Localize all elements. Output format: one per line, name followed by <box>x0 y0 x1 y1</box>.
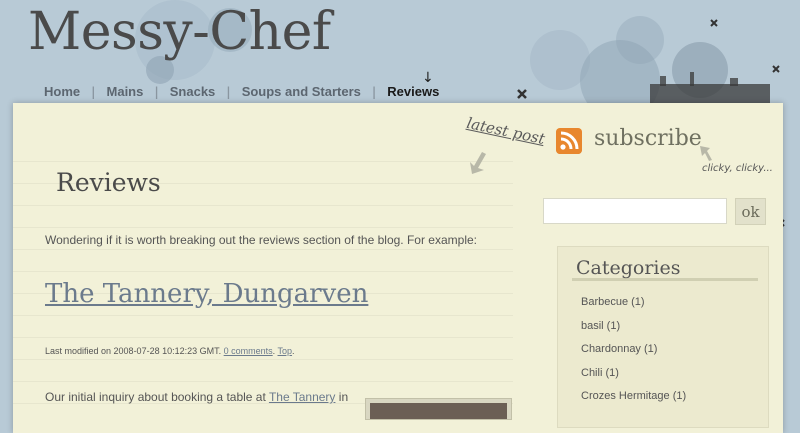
list-item: Chili (1) <box>581 365 686 389</box>
clicky-arrow-icon <box>700 146 712 161</box>
rss-icon[interactable] <box>556 128 582 154</box>
category-link-chardonnay[interactable]: Chardonnay (1) <box>581 343 657 355</box>
post-image <box>365 398 512 420</box>
nav-item-mains[interactable]: Mains <box>107 84 144 99</box>
list-item: Crozes Hermitage (1) <box>581 388 686 412</box>
nav-item-reviews[interactable]: Reviews <box>387 84 439 99</box>
nav-item-soups-and-starters[interactable]: Soups and Starters <box>242 84 361 99</box>
list-item: Chardonnay (1) <box>581 341 686 365</box>
clicky-caption: clicky, clicky... <box>702 163 773 174</box>
tannery-link[interactable]: The Tannery <box>269 390 336 404</box>
comments-link[interactable]: 0 comments <box>224 346 273 356</box>
category-link-crozes-hermitage[interactable]: Crozes Hermitage (1) <box>581 390 686 402</box>
category-link-barbecue[interactable]: Barbecue (1) <box>581 296 645 308</box>
search-input[interactable] <box>543 198 727 224</box>
post-title-link[interactable]: The Tannery, Dungarven <box>45 279 368 309</box>
latest-post-arrow-icon <box>470 152 486 174</box>
post-meta: Last modified on 2008-07-28 10:12:23 GMT… <box>45 346 295 356</box>
nav-separator: | <box>91 84 96 99</box>
category-link-chili[interactable]: Chili (1) <box>581 367 619 379</box>
site-title[interactable]: Messy-Chef <box>28 2 331 62</box>
categories-list: Barbecue (1) basil (1) Chardonnay (1) Ch… <box>581 294 686 412</box>
nav-item-home[interactable]: Home <box>44 84 80 99</box>
top-link[interactable]: Top <box>278 346 293 356</box>
post-image-photo <box>370 403 507 419</box>
nav-separator: | <box>371 84 377 99</box>
subscribe-link[interactable]: subscribe <box>594 126 702 151</box>
list-item: Barbecue (1) <box>581 294 686 318</box>
page-heading: Reviews <box>56 168 161 197</box>
category-link-basil[interactable]: basil (1) <box>581 320 620 332</box>
post-body-prefix: Our initial inquiry about booking a tabl… <box>45 390 266 404</box>
post-body-suffix: in <box>338 390 349 404</box>
search-ok-button[interactable]: ok <box>735 198 766 225</box>
intro-text: Wondering if it is worth breaking out th… <box>45 233 477 247</box>
nav-item-snacks[interactable]: Snacks <box>170 84 216 99</box>
nav-separator: | <box>154 84 159 99</box>
main-nav: Home | Mains | Snacks | Soups and Starte… <box>44 84 439 99</box>
list-item: basil (1) <box>581 318 686 342</box>
categories-heading: Categories <box>576 257 681 279</box>
post-meta-text: Last modified on 2008-07-28 10:12:23 GMT… <box>45 346 222 356</box>
nav-separator: | <box>226 84 231 99</box>
post-body-text: Our initial inquiry about booking a tabl… <box>45 390 348 404</box>
categories-underline <box>572 278 758 281</box>
post-title: The Tannery, Dungarven <box>45 279 368 309</box>
